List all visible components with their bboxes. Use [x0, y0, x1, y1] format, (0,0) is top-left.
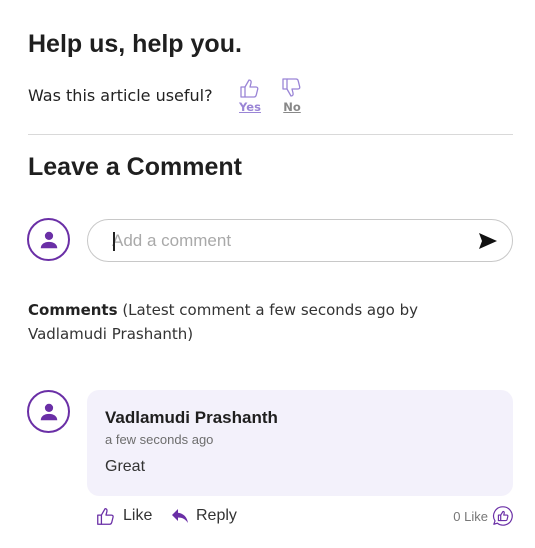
feedback-title: Help us, help you. [28, 30, 242, 58]
comment-text: Great [105, 458, 146, 475]
like-label: Like [123, 507, 153, 524]
user-icon [40, 403, 57, 420]
thumbs-up-bubble-icon [492, 506, 513, 526]
section-divider [28, 134, 513, 135]
reply-button[interactable]: Reply [171, 505, 237, 527]
vote-no-label: No [283, 100, 301, 114]
avatar [27, 218, 70, 261]
feedback-question: Was this article useful? [28, 86, 213, 105]
vote-no-button[interactable]: No [277, 76, 307, 114]
comment-input-box [87, 219, 513, 262]
like-button[interactable]: Like [95, 505, 152, 527]
thumbs-up-icon [240, 79, 259, 98]
like-count-text: 0 Like [453, 508, 488, 524]
comments-summary: Comments (Latest comment a few seconds a… [28, 298, 498, 346]
send-icon[interactable] [478, 232, 498, 250]
comments-label: Comments [28, 301, 118, 319]
comment-input[interactable] [112, 230, 452, 252]
comment-card: Vadlamudi Prashanth a few seconds ago Gr… [87, 390, 513, 496]
reply-arrow-icon [172, 509, 188, 523]
vote-yes-button[interactable]: Yes [235, 76, 265, 114]
thumbs-up-icon [97, 508, 114, 525]
text-caret [113, 232, 115, 251]
comment-heading: Leave a Comment [28, 153, 242, 181]
thumbs-down-icon [282, 78, 301, 97]
avatar [27, 390, 70, 433]
comment-author: Vadlamudi Prashanth [105, 408, 278, 427]
reply-label: Reply [196, 507, 237, 524]
user-icon [40, 231, 57, 248]
like-count: 0 Like [453, 505, 514, 527]
comment-timestamp: a few seconds ago [105, 432, 214, 447]
vote-yes-label: Yes [239, 100, 261, 114]
